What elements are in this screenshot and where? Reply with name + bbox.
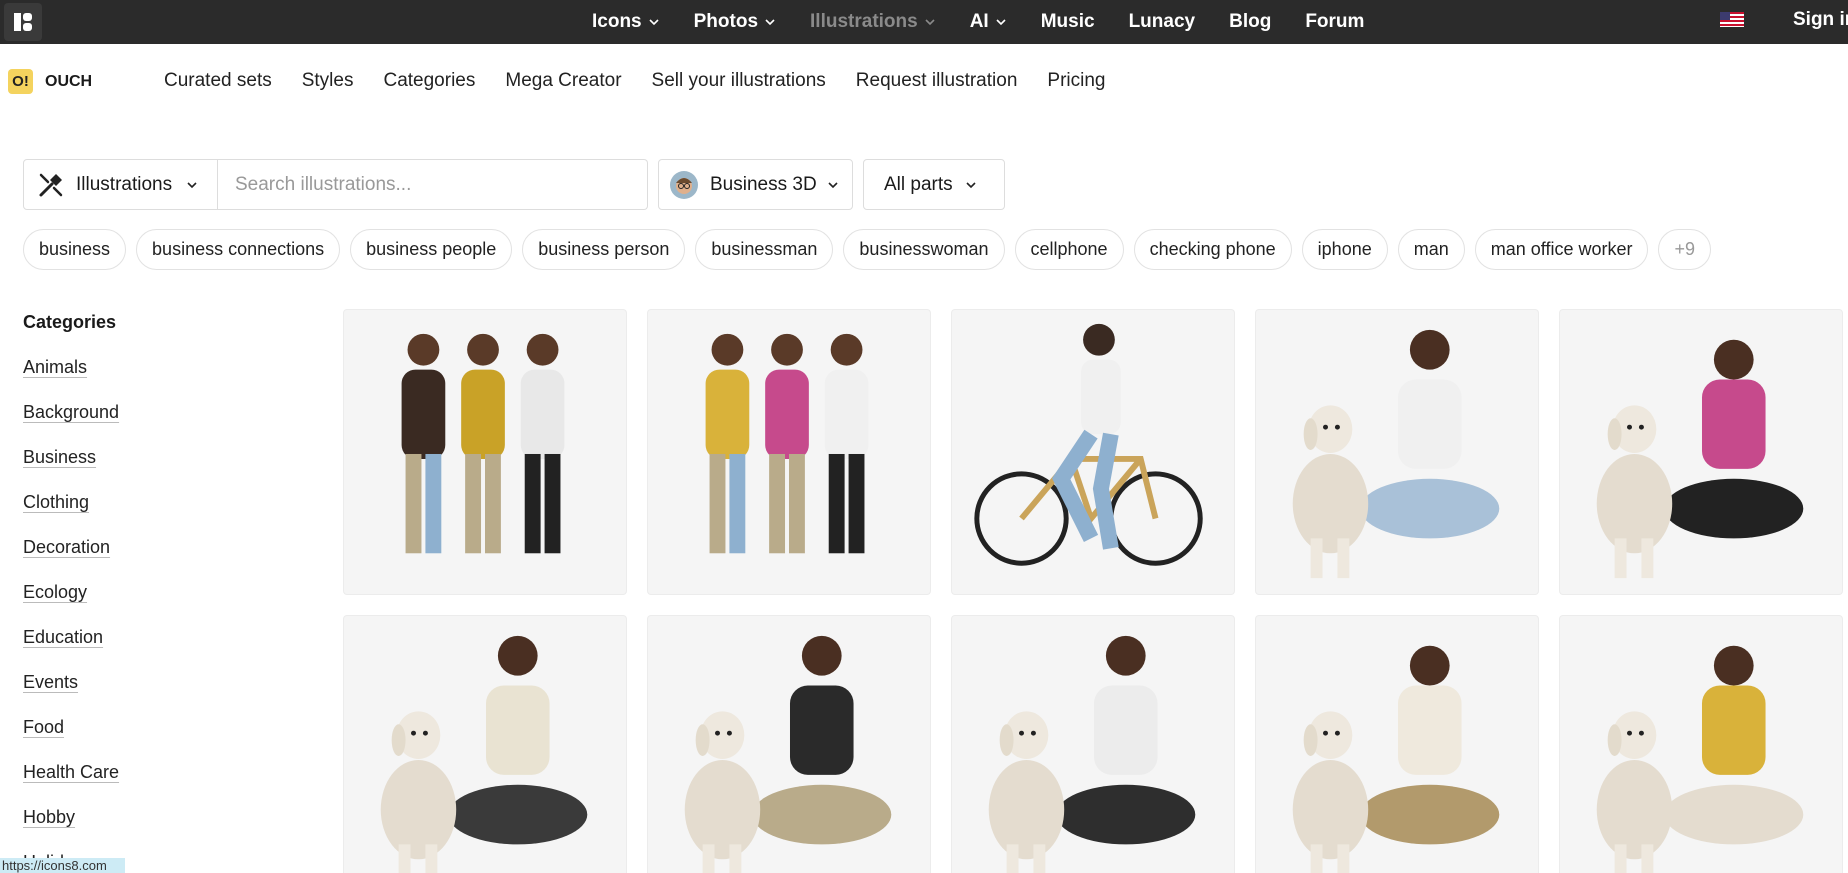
tag-chip[interactable]: checking phone [1133, 229, 1292, 270]
illustration-card[interactable] [647, 309, 931, 595]
tag-chip[interactable]: business person [522, 229, 686, 270]
brand-name: OUCH [45, 72, 93, 90]
category-link[interactable]: Background [23, 402, 119, 447]
tag-chip[interactable]: man [1397, 229, 1465, 270]
chevron-down-icon [925, 19, 935, 26]
nav-label: Photos [693, 11, 759, 32]
subnav-categories[interactable]: Categories [383, 70, 475, 92]
illustration-man-selfie-with-dog [1292, 645, 1500, 873]
chevron-down-icon [996, 19, 1006, 26]
illustration-card[interactable] [1255, 309, 1539, 595]
ouch-brand[interactable]: O! OUCH [8, 69, 92, 94]
main-nav: Icons Photos Illustrations AI Music Lunacy Blo… [592, 0, 1398, 44]
status-url: https://icons8.com [0, 858, 125, 873]
nav-label: Blog [1229, 11, 1272, 32]
category-link[interactable]: Health Care [23, 762, 119, 807]
illustration-woman-kneeling-with-dog [1596, 339, 1804, 579]
category-link[interactable]: Business [23, 447, 119, 492]
subnav-pricing[interactable]: Pricing [1047, 70, 1105, 92]
us-flag-icon[interactable] [1720, 12, 1744, 27]
tag-chip[interactable]: businessman [695, 229, 834, 270]
nav-ai[interactable]: AI [970, 11, 1007, 33]
logo-icon [14, 13, 32, 31]
category-link[interactable]: Clothing [23, 492, 119, 537]
nav-label: Icons [592, 11, 642, 32]
style-dropdown[interactable]: Business 3D [658, 159, 853, 210]
nav-icons[interactable]: Icons [592, 11, 660, 33]
tag-chip[interactable]: iphone [1301, 229, 1388, 270]
illustration-card[interactable] [1559, 615, 1843, 873]
categories-title: Categories [23, 312, 117, 332]
nav-label: AI [969, 11, 989, 32]
top-bar: Icons Photos Illustrations AI Music Lunacy Blo… [0, 0, 1848, 44]
illustration-card[interactable] [951, 309, 1235, 595]
parts-dropdown[interactable]: All parts [863, 159, 1005, 210]
parts-label: All parts [884, 173, 953, 195]
nav-music[interactable]: Music [1041, 11, 1095, 33]
nav-illustrations[interactable]: Illustrations [810, 11, 936, 33]
search-input[interactable] [218, 159, 648, 210]
illustration-three-people-with-phones [705, 333, 869, 554]
chevron-down-icon [765, 19, 775, 26]
nav-blog[interactable]: Blog [1229, 11, 1271, 33]
nav-photos[interactable]: Photos [694, 11, 776, 33]
tag-chip[interactable]: business [23, 229, 127, 270]
illustration-woman-phone-with-dog [1596, 645, 1804, 873]
sign-in-link[interactable]: Sign in [1793, 9, 1848, 31]
categories-list: Animals Background Business Clothing Decorat… [23, 357, 119, 873]
chevron-down-icon [828, 181, 838, 188]
nav-label: Lunacy [1128, 11, 1196, 32]
content-type-dropdown[interactable]: Illustrations [23, 159, 218, 210]
nav-forum[interactable]: Forum [1305, 11, 1364, 33]
nav-lunacy[interactable]: Lunacy [1129, 11, 1196, 33]
illustration-card[interactable] [951, 615, 1235, 873]
illustration-man-sitting-with-dog [380, 635, 588, 873]
illustration-man-riding-bicycle [974, 323, 1203, 566]
content-type-label: Illustrations [76, 173, 173, 195]
chevron-down-icon [187, 181, 197, 188]
subnav-curated-sets[interactable]: Curated sets [164, 70, 272, 92]
illustration-three-friends-standing [401, 333, 565, 554]
chevron-down-icon [966, 181, 976, 188]
category-link[interactable]: Hobby [23, 807, 119, 852]
style-label: Business 3D [710, 173, 817, 195]
illustration-brush-icon [39, 173, 63, 196]
category-link[interactable]: Animals [23, 357, 119, 402]
tag-chip[interactable]: cellphone [1014, 229, 1124, 270]
tag-chip[interactable]: man office worker [1474, 229, 1649, 270]
illustration-man-high-five-dog [1292, 329, 1500, 579]
illustration-card[interactable] [1559, 309, 1843, 595]
category-link[interactable]: Food [23, 717, 119, 762]
subnav-styles[interactable]: Styles [302, 70, 354, 92]
subnav-request-illustration[interactable]: Request illustration [856, 70, 1018, 92]
illustration-card[interactable] [647, 615, 931, 873]
category-link[interactable]: Education [23, 627, 119, 672]
nav-label: Illustrations [810, 11, 918, 32]
subnav-sell-illustrations[interactable]: Sell your illustrations [652, 70, 826, 92]
ouch-logo: O! [8, 69, 33, 94]
more-tags-button[interactable]: +9 [1658, 229, 1712, 270]
style-avatar [670, 170, 698, 199]
category-link[interactable]: Decoration [23, 537, 119, 582]
category-link[interactable]: Events [23, 672, 119, 717]
nav-label: Music [1040, 11, 1095, 32]
illustration-card[interactable] [1255, 615, 1539, 873]
icons8-logo[interactable] [4, 3, 42, 41]
tag-chip[interactable]: business people [350, 229, 513, 270]
chevron-down-icon [649, 19, 659, 26]
illustration-card[interactable] [343, 309, 627, 595]
subnav-mega-creator[interactable]: Mega Creator [505, 70, 621, 92]
sub-nav: Curated sets Styles Categories Mega Crea… [164, 70, 1135, 92]
tag-list: business business connections business peo… [23, 229, 1721, 270]
illustration-card[interactable] [343, 615, 627, 873]
illustration-woman-sitting-with-dog [988, 635, 1196, 873]
search-bar: Illustrations Business 3D All parts [23, 159, 1005, 210]
category-link[interactable]: Ecology [23, 582, 119, 627]
illustration-man-feeding-dog [684, 635, 892, 873]
tag-chip[interactable]: business connections [136, 229, 341, 270]
nav-label: Forum [1305, 11, 1365, 32]
tag-chip[interactable]: businesswoman [843, 229, 1005, 270]
